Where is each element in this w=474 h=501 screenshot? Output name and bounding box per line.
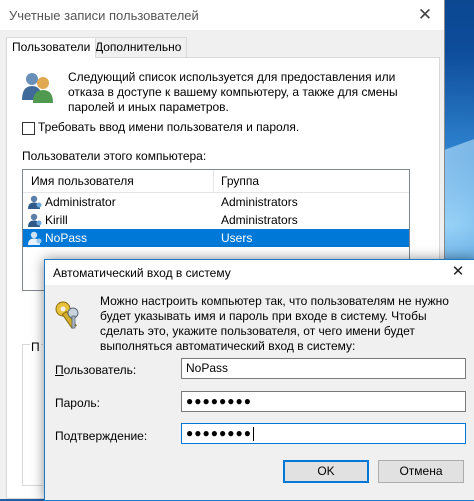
keys-icon [55,301,79,330]
row-group: Administrators [221,213,298,227]
text-caret [252,426,254,441]
list-header: Имя пользователя Группа [23,170,409,193]
user-icon [28,213,42,227]
table-row[interactable]: Kirill Administrators [23,211,409,229]
require-login-checkbox[interactable] [22,122,35,135]
dialog-description: Можно настроить компьютер так, что польз… [100,294,449,353]
username-field[interactable]: NoPass [181,358,466,379]
column-separator[interactable] [213,170,214,192]
close-icon[interactable]: ✕ [412,3,438,27]
user-icon [28,195,42,209]
column-username[interactable]: Имя пользователя [31,174,134,188]
row-group: Administrators [221,195,298,209]
tab-advanced[interactable]: Дополнительно [89,37,188,57]
table-row-selected[interactable]: NoPass Users [23,229,409,247]
groupbox-label: П [30,340,41,354]
password-field[interactable]: ●●●●●●●● [181,391,466,412]
password-groupbox [22,344,43,486]
row-username: Kirill [45,213,68,227]
confirm-password-value: ●●●●●●●● [186,426,252,440]
auto-login-dialog: Автоматический вход в систему ✕ Можно на… [44,259,474,501]
tab-users[interactable]: Пользователи [6,37,97,58]
require-login-label: Требовать ввод имени пользователя и паро… [38,120,300,134]
ok-button[interactable]: OK [283,460,369,483]
close-icon[interactable]: ✕ [445,261,471,283]
title-bar: Учетные записи пользователей ✕ [0,0,444,30]
users-icon [22,73,53,103]
user-label: Пользователь: [55,363,137,377]
dialog-title-bar: Автоматический вход в систему ✕ [45,260,474,285]
column-group[interactable]: Группа [221,174,259,188]
users-list-title: Пользователи этого компьютера: [22,149,207,163]
description-text: Следующий список используется для предос… [68,70,398,114]
confirm-label: Подтверждение: [55,429,148,443]
cancel-button[interactable]: Отмена [378,460,464,483]
dialog-title: Автоматический вход в систему [53,266,231,280]
row-group: Users [221,231,253,245]
password-label: Пароль: [55,396,100,410]
user-icon [28,231,42,245]
table-row[interactable]: Administrator Administrators [23,193,409,211]
window-title: Учетные записи пользователей [9,8,199,23]
row-username: Administrator [45,195,116,209]
row-username: NoPass [45,231,88,245]
confirm-password-field[interactable]: ●●●●●●●● [181,423,466,444]
